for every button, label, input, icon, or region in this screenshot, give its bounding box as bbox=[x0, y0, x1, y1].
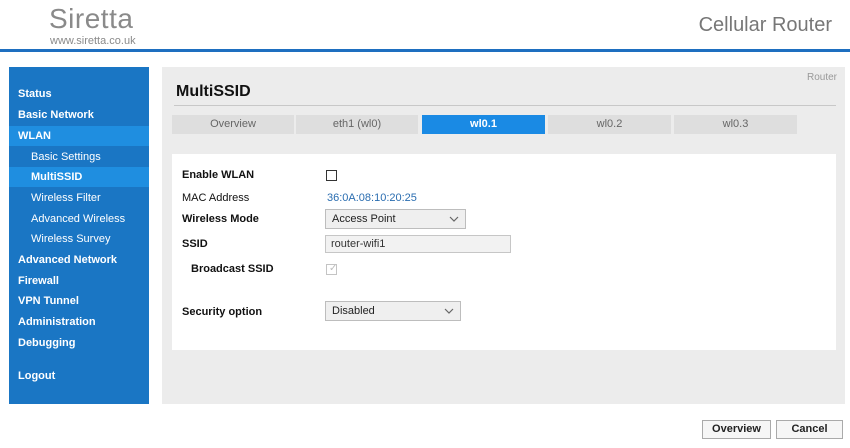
chevron-down-icon bbox=[444, 308, 454, 314]
sidebar-item-wireless-survey[interactable]: Wireless Survey bbox=[9, 229, 149, 249]
tab-eth1-wl0[interactable]: eth1 (wl0) bbox=[296, 115, 418, 134]
page-title: MultiSSID bbox=[176, 83, 251, 100]
sidebar-item-multissid[interactable]: MultiSSID bbox=[9, 167, 149, 187]
tab-wl0-3[interactable]: wl0.3 bbox=[674, 115, 797, 134]
app-header: Siretta www.siretta.co.uk Cellular Route… bbox=[0, 0, 850, 52]
title-divider bbox=[174, 105, 836, 106]
wlan-settings-form: Enable WLAN MAC Address 36:0A:08:10:20:2… bbox=[172, 154, 836, 350]
wireless-mode-value: Access Point bbox=[332, 213, 396, 225]
tab-wl0-2[interactable]: wl0.2 bbox=[548, 115, 671, 134]
security-option-value: Disabled bbox=[332, 305, 375, 317]
product-name: Cellular Router bbox=[698, 14, 832, 36]
sidebar-item-logout[interactable]: Logout bbox=[9, 366, 149, 386]
sidebar-item-basic-network[interactable]: Basic Network bbox=[9, 105, 149, 125]
sidebar-item-debugging[interactable]: Debugging bbox=[9, 333, 149, 353]
mac-address-label: MAC Address bbox=[182, 192, 250, 204]
sidebar-item-vpn-tunnel[interactable]: VPN Tunnel bbox=[9, 291, 149, 311]
enable-wlan-label: Enable WLAN bbox=[182, 169, 255, 181]
header-divider bbox=[0, 49, 850, 52]
wireless-mode-label: Wireless Mode bbox=[182, 213, 259, 225]
brand-url: www.siretta.co.uk bbox=[50, 35, 136, 47]
tab-overview[interactable]: Overview bbox=[172, 115, 294, 134]
main-panel: Router MultiSSID Overview eth1 (wl0) wl0… bbox=[162, 67, 845, 404]
security-option-label: Security option bbox=[182, 306, 263, 318]
cancel-button[interactable]: Cancel bbox=[776, 420, 843, 439]
sidebar-item-wlan[interactable]: WLAN bbox=[9, 126, 149, 146]
mac-address-value: 36:0A:08:10:20:25 bbox=[327, 192, 417, 204]
chevron-down-icon bbox=[449, 216, 459, 222]
sidebar-item-advanced-network[interactable]: Advanced Network bbox=[9, 250, 149, 270]
sidebar-item-basic-settings[interactable]: Basic Settings bbox=[9, 147, 149, 167]
enable-wlan-checkbox[interactable] bbox=[326, 170, 337, 181]
ssid-input[interactable]: router-wifi1 bbox=[325, 235, 511, 253]
brand-logo: Siretta bbox=[49, 3, 134, 34]
check-icon: ✓ bbox=[329, 263, 338, 274]
ssid-label: SSID bbox=[182, 238, 208, 250]
sidebar-item-status[interactable]: Status bbox=[9, 84, 149, 104]
sidebar-nav: Status Basic Network WLAN Basic Settings… bbox=[9, 67, 149, 404]
security-option-select[interactable]: Disabled bbox=[325, 301, 461, 321]
sidebar-item-wireless-filter[interactable]: Wireless Filter bbox=[9, 188, 149, 208]
sidebar-item-administration[interactable]: Administration bbox=[9, 312, 149, 332]
sidebar-item-advanced-wireless[interactable]: Advanced Wireless bbox=[9, 209, 149, 229]
broadcast-ssid-label: Broadcast SSID bbox=[191, 263, 274, 275]
tab-wl0-1[interactable]: wl0.1 bbox=[422, 115, 545, 134]
overview-button[interactable]: Overview bbox=[702, 420, 771, 439]
breadcrumb: Router bbox=[806, 72, 837, 83]
broadcast-ssid-checkbox[interactable]: ✓ bbox=[326, 263, 338, 275]
sidebar-item-firewall[interactable]: Firewall bbox=[9, 271, 149, 291]
wireless-mode-select[interactable]: Access Point bbox=[325, 209, 466, 229]
